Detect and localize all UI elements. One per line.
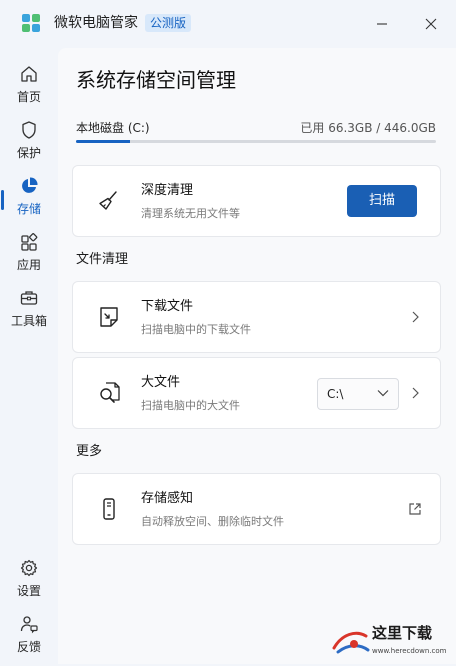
chevron-right-icon [412,311,419,323]
drive-select-value: C:\ [327,387,344,401]
pie-chart-icon [22,177,38,193]
sidebar-item-label: 存储 [16,202,41,216]
large-files-card[interactable]: 大文件 扫描电脑中的大文件 C:\ [72,357,441,429]
disk-name: 本地磁盘 (C:) [76,121,150,135]
sidebar-item-label: 设置 [16,584,41,598]
file-clean-section-label: 文件清理 [76,252,129,267]
deep-clean-title: 深度清理 [141,183,194,198]
large-files-subtitle: 扫描电脑中的大文件 [141,399,240,412]
page-title: 系统存储空间管理 [76,68,236,92]
sidebar-item-label: 工具箱 [10,314,47,328]
sidebar-item-label: 反馈 [16,640,41,654]
drive-select[interactable]: C:\ [317,378,399,410]
gear-icon [20,559,38,577]
downloads-subtitle: 扫描电脑中的下载文件 [141,323,251,336]
more-section-label: 更多 [76,444,103,459]
disk-usage: 已用 66.3GB / 446.0GB [300,121,436,135]
main-content: 系统存储空间管理 本地磁盘 (C:) 已用 66.3GB / 446.0GB 深… [58,48,456,664]
apps-icon [21,233,38,251]
deep-clean-card: 深度清理 清理系统无用文件等 扫描 [72,165,441,237]
external-link-icon [409,503,421,515]
app-logo-icon [22,14,40,32]
sidebar-item-feedback[interactable]: 反馈 [0,614,58,664]
watermark-text: 这里下载 [372,624,433,642]
title-bar: 微软电脑管家 公测版 [0,0,456,48]
close-icon [425,18,437,30]
disk-usage-fill [76,140,130,143]
watermark-logo: 这里下载 www.herecdown.com [330,620,454,662]
storage-sense-title: 存储感知 [141,491,194,506]
app-title: 微软电脑管家 [54,15,138,31]
large-file-search-icon [100,382,120,403]
active-indicator [1,190,4,210]
disk-usage-bar [76,140,436,143]
toolbox-icon [20,291,38,305]
storage-sense-card[interactable]: 存储感知 自动释放空间、删除临时文件 [72,473,441,545]
sidebar-item-toolbox[interactable]: 工具箱 [0,288,58,338]
device-icon [103,498,115,520]
home-icon [21,66,37,82]
sidebar-item-protection[interactable]: 保护 [0,120,58,170]
chevron-right-icon [412,387,419,399]
minimize-button[interactable] [368,10,396,38]
close-button[interactable] [417,10,445,38]
sidebar-item-storage[interactable]: 存储 [0,176,58,226]
large-files-title: 大文件 [141,375,181,390]
sidebar-item-home[interactable]: 首页 [0,64,58,114]
watermark-url: www.herecdown.com [372,647,447,655]
deep-clean-subtitle: 清理系统无用文件等 [141,207,240,220]
sidebar-item-apps[interactable]: 应用 [0,232,58,282]
shield-icon [22,121,36,139]
downloads-card[interactable]: 下载文件 扫描电脑中的下载文件 [72,281,441,353]
feedback-icon [20,616,38,634]
sidebar: 首页 保护 存储 应用 工具箱 设置 反馈 [0,48,58,664]
download-file-icon [100,307,118,327]
chevron-down-icon [377,390,389,397]
scan-button[interactable]: 扫描 [347,185,417,217]
sidebar-item-label: 首页 [16,90,41,104]
storage-sense-subtitle: 自动释放空间、删除临时文件 [141,515,284,528]
sidebar-item-label: 应用 [16,258,41,272]
sidebar-item-settings[interactable]: 设置 [0,558,58,608]
broom-icon [99,191,117,210]
minimize-icon [377,23,387,25]
beta-badge: 公测版 [145,14,192,32]
downloads-title: 下载文件 [141,299,194,314]
sidebar-item-label: 保护 [16,146,41,160]
